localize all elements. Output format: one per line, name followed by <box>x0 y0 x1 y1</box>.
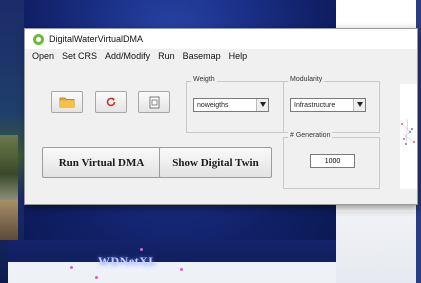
network-graph-preview <box>400 84 417 189</box>
background-right-lower <box>336 212 421 283</box>
decor-dot <box>95 276 98 279</box>
weigth-group: Weigth noweigths <box>186 76 284 133</box>
menu-help[interactable]: Help <box>225 51 252 61</box>
titlebar: DigitalWaterVirtualDMA <box>25 29 417 49</box>
modularity-select[interactable]: Infrastructure <box>290 98 366 112</box>
modularity-group: Modularity Infrastructure <box>283 76 380 133</box>
show-digital-twin-button[interactable]: Show Digital Twin <box>159 147 272 178</box>
generation-group: # Generation 1000 <box>283 132 380 189</box>
modularity-selected-value: Infrastructure <box>294 101 336 109</box>
decor-dot <box>70 266 73 269</box>
menu-set-crs[interactable]: Set CRS <box>58 51 101 61</box>
document-icon <box>149 96 159 108</box>
modularity-label: Modularity <box>288 76 325 83</box>
app-window: DigitalWaterVirtualDMA Open Set CRS Add/… <box>24 28 418 205</box>
chevron-down-icon <box>357 102 363 107</box>
menu-bar: Open Set CRS Add/Modify Run Basemap Help <box>25 49 417 63</box>
chevron-down-icon <box>260 102 266 107</box>
open-folder-button[interactable] <box>51 91 83 113</box>
background-photo-lower <box>0 200 18 240</box>
weigth-selected-value: noweigths <box>197 101 229 109</box>
background-footer <box>8 262 338 283</box>
refresh-icon <box>106 97 116 107</box>
weigth-select[interactable]: noweigths <box>193 98 269 112</box>
generation-input[interactable]: 1000 <box>310 154 355 168</box>
weigth-label: Weigth <box>191 76 217 83</box>
decor-dot <box>140 248 143 251</box>
menu-basemap[interactable]: Basemap <box>179 51 225 61</box>
background-photo <box>0 135 18 200</box>
window-title: DigitalWaterVirtualDMA <box>49 34 144 44</box>
network-graph-icon <box>401 118 415 145</box>
folder-icon <box>59 97 75 108</box>
refresh-button[interactable] <box>95 91 127 113</box>
menu-run[interactable]: Run <box>154 51 179 61</box>
run-virtual-dma-button[interactable]: Run Virtual DMA <box>42 147 161 178</box>
generation-label: # Generation <box>288 132 333 139</box>
banner-title: WDNetXL <box>98 254 157 268</box>
qgis-logo-icon <box>33 33 44 45</box>
document-button[interactable] <box>138 91 170 113</box>
menu-add-modify[interactable]: Add/Modify <box>101 51 154 61</box>
menu-open[interactable]: Open <box>25 51 58 61</box>
decor-dot <box>180 268 183 271</box>
